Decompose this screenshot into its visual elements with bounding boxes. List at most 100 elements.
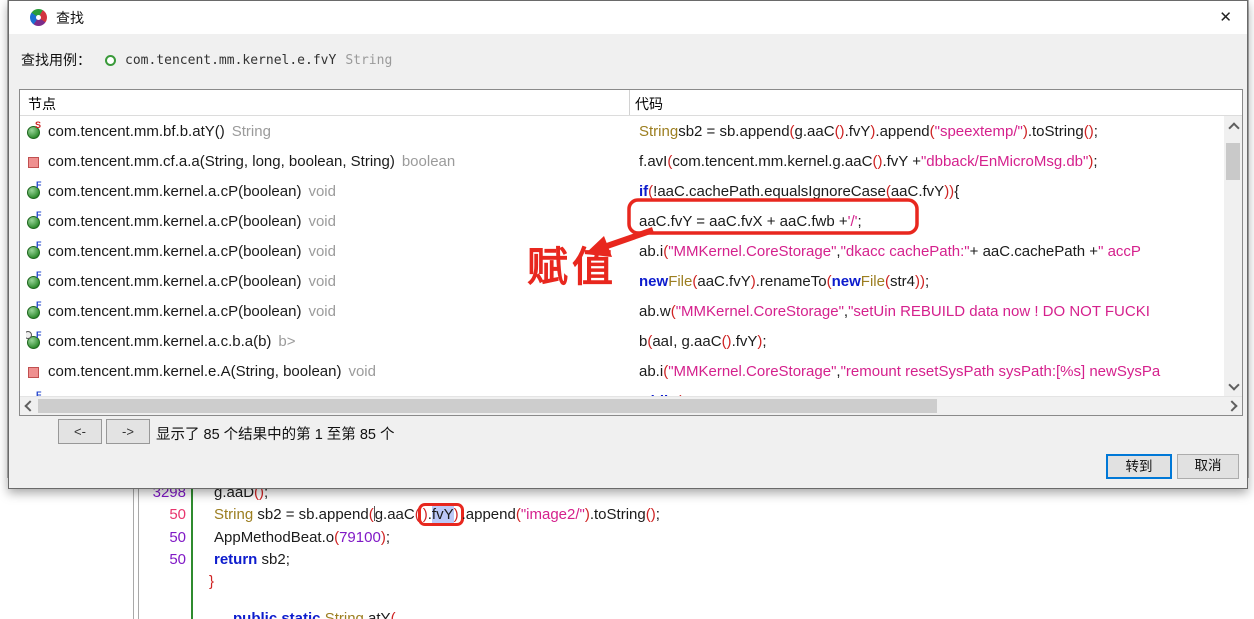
code-token: "MMKernel.CoreStorage" bbox=[668, 242, 837, 260]
column-divider[interactable] bbox=[629, 90, 630, 115]
code-token: f.avI bbox=[639, 152, 668, 170]
close-icon[interactable]: ✕ bbox=[1219, 9, 1232, 26]
code-token: ; bbox=[385, 529, 390, 546]
code-token: sb2 = sb.append bbox=[678, 122, 790, 140]
code-cell: if (!aaC.cachePath.equalsIgnoreCase(aaC.… bbox=[629, 176, 1224, 206]
code-editor[interactable]: 3298 g.aaD(); 50 String sb2 = sb.append(g.a… bbox=[0, 478, 1254, 619]
code-token: aaC.fvY bbox=[697, 272, 751, 290]
code-token: ab.w bbox=[639, 302, 671, 320]
next-page-button[interactable]: -> bbox=[106, 419, 150, 444]
code-token: '/' bbox=[847, 212, 858, 230]
code-token: .append bbox=[461, 506, 516, 523]
code-token: AppMethodBeat.o bbox=[214, 529, 335, 546]
code-token: .toString bbox=[589, 506, 646, 523]
code-token: ; bbox=[1093, 122, 1098, 140]
code-token: aaC.fvY = aaC.fvX + aaC.fwb + bbox=[639, 212, 848, 230]
code-token: atY bbox=[363, 610, 391, 619]
code-line: return sb2; bbox=[193, 550, 290, 570]
method-signature: com.tencent.mm.kernel.a.cP(boolean) bbox=[48, 242, 302, 260]
code-token: "setUin REBUILD data now ! DO NOT FUCKI bbox=[848, 302, 1150, 320]
goto-button[interactable]: 转到 bbox=[1106, 454, 1172, 479]
result-row[interactable]: Fcom.tencent.mm.kernel.a.cP(boolean) void… bbox=[20, 206, 1224, 236]
result-row[interactable]: Fcom.tencent.mm.kernel.a.cP(boolean) void… bbox=[20, 176, 1224, 206]
node-cell: Scom.tencent.mm.bf.b.atY() String bbox=[26, 116, 626, 146]
result-row[interactable]: Fcom.tencent.mm.kernel.a.cP(boolean) void… bbox=[20, 236, 1224, 266]
code-token: String bbox=[324, 610, 364, 619]
vertical-scrollbar[interactable] bbox=[1224, 116, 1242, 397]
method-final-icon: F bbox=[26, 180, 42, 199]
code-token: aaI, g.aaC bbox=[652, 332, 722, 350]
result-row[interactable]: Fcom.tencent.mm.kernel.a.cP(boolean) void… bbox=[20, 296, 1224, 326]
vertical-scroll-thumb[interactable] bbox=[1226, 143, 1240, 180]
code-token: )) bbox=[944, 182, 955, 200]
node-cell: Fcom.tencent.mm.kernel.a.cP(boolean) void bbox=[26, 266, 626, 296]
code-token: aaC.fvY bbox=[890, 182, 945, 200]
column-header-code: 代码 bbox=[635, 96, 663, 112]
method-final-icon: F bbox=[26, 210, 42, 229]
code-cell: aaC.fvY = aaC.fvX + aaC.fwb + '/'; bbox=[629, 206, 1224, 236]
results-table: 节点 代码 Scom.tencent.mm.bf.b.atY() String St… bbox=[19, 89, 1243, 416]
table-header: 节点 代码 bbox=[20, 90, 1242, 116]
pager-status: 显示了 85 个结果中的第 1 至第 85 个 bbox=[156, 427, 395, 443]
code-token: return bbox=[214, 551, 258, 568]
code-token: "dkacc cachePath:" bbox=[840, 242, 970, 260]
code-token: .append bbox=[875, 122, 930, 140]
code-token: " accP bbox=[1098, 242, 1141, 260]
code-token: () bbox=[645, 506, 656, 523]
code-token: new bbox=[831, 272, 861, 290]
return-type: void bbox=[308, 272, 336, 290]
node-cell: com.tencent.mm.kernel.e.A(String, boolea… bbox=[26, 356, 626, 386]
find-usage-dialog: 查找 ✕ 查找用例： com.tencent.mm.kernel.e.fvY S… bbox=[8, 0, 1248, 489]
usage-row: 查找用例： com.tencent.mm.kernel.e.fvY String bbox=[21, 50, 392, 70]
result-row[interactable]: Fcom.tencent.mm.kernel.a.c.b.a(b) b> b(aaI… bbox=[20, 326, 1224, 356]
line-number: 50 bbox=[169, 551, 186, 568]
code-token: str4 bbox=[889, 272, 915, 290]
code-token: sb2 = sb.append bbox=[253, 506, 369, 523]
usage-label: 查找用例： bbox=[21, 52, 91, 68]
code-token: () bbox=[1083, 122, 1094, 140]
node-cell: Fcom.tencent.mm.kernel.a.cP(boolean) void bbox=[26, 176, 626, 206]
node-cell: Fcom.tencent.mm.kernel.a.cP(boolean) void bbox=[26, 206, 626, 236]
method-private-icon bbox=[26, 363, 42, 379]
code-token: ( bbox=[390, 610, 396, 619]
scroll-up-icon[interactable] bbox=[1228, 122, 1240, 134]
code-token: .fvY bbox=[844, 122, 871, 140]
code-line: AppMethodBeat.o(79100); bbox=[193, 528, 390, 548]
code-token: new bbox=[639, 272, 669, 290]
return-type: boolean bbox=[401, 152, 456, 170]
code-cell: ab.i("MMKernel.CoreStorage", "remount re… bbox=[629, 356, 1224, 386]
horizontal-scrollbar[interactable] bbox=[20, 396, 1242, 415]
scroll-down-icon[interactable] bbox=[1228, 379, 1240, 391]
cancel-button[interactable]: 取消 bbox=[1177, 454, 1239, 479]
background-window-edge bbox=[1248, 0, 1249, 492]
code-cell: String sb2 = sb.append(g.aaC() .fvY) .appe… bbox=[629, 116, 1224, 146]
code-token: { bbox=[954, 182, 960, 200]
code-token: String bbox=[214, 506, 254, 523]
panel-splitter[interactable] bbox=[133, 478, 134, 619]
prev-page-button[interactable]: <- bbox=[58, 419, 102, 444]
node-cell: Fcom.tencent.mm.kernel.a.c.b.a(b) b> bbox=[26, 326, 626, 356]
code-line: String sb2 = sb.append(g.aaC().fvY) .appe… bbox=[193, 503, 660, 526]
code-token: .toString bbox=[1027, 122, 1084, 140]
code-token: File bbox=[668, 272, 693, 290]
result-row[interactable]: Fcom.tencent.mm.kernel.a.cP(boolean) void… bbox=[20, 266, 1224, 296]
dialog-titlebar[interactable]: 查找 bbox=[9, 1, 1247, 34]
scroll-right-icon[interactable] bbox=[1226, 400, 1238, 412]
result-row[interactable]: com.tencent.mm.cf.a.a(String, long, bool… bbox=[20, 146, 1224, 176]
usage-value: com.tencent.mm.kernel.e.fvY bbox=[125, 52, 337, 68]
code-token: g.aaC bbox=[794, 122, 835, 140]
scroll-left-icon[interactable] bbox=[24, 400, 36, 412]
line-number: 50 bbox=[169, 529, 186, 546]
column-header-node: 节点 bbox=[28, 96, 56, 112]
result-row[interactable]: Scom.tencent.mm.bf.b.atY() String String s… bbox=[20, 116, 1224, 146]
code-token: () bbox=[834, 122, 845, 140]
horizontal-scroll-thumb[interactable] bbox=[38, 399, 937, 413]
result-row[interactable]: com.tencent.mm.kernel.e.A(String, boolea… bbox=[20, 356, 1224, 386]
code-token: public static bbox=[233, 610, 325, 619]
code-token: )) bbox=[914, 272, 925, 290]
code-token: "dbback/EnMicroMsg.db" bbox=[920, 152, 1089, 170]
method-signature: com.tencent.mm.kernel.e.A(String, boolea… bbox=[48, 362, 342, 380]
return-type: void bbox=[348, 362, 376, 380]
code-token: "speextemp/" bbox=[934, 122, 1023, 140]
screen: 3298 g.aaD(); 50 String sb2 = sb.append(g.a… bbox=[0, 0, 1254, 619]
